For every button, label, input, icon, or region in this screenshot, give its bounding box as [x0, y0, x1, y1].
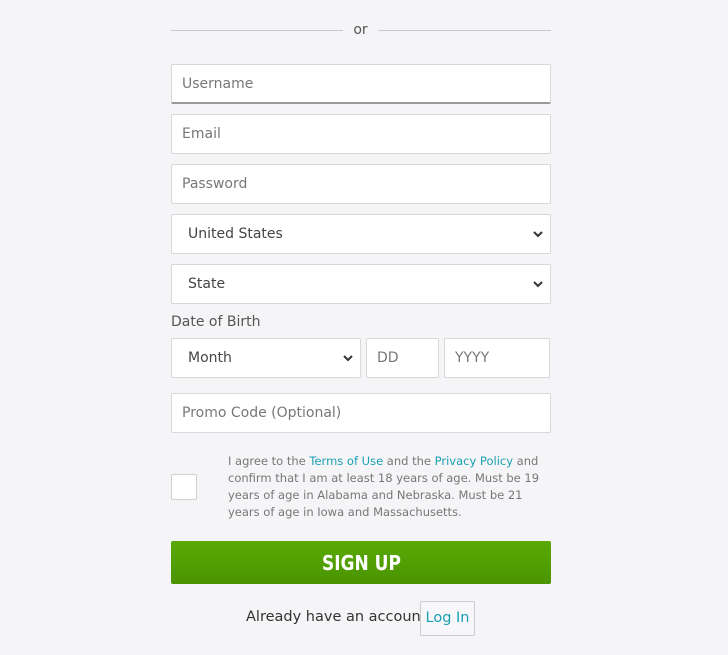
email-placeholder: Email — [182, 126, 221, 142]
country-selected-value: United States — [188, 226, 283, 242]
dob-label: Date of Birth — [171, 314, 261, 330]
chevron-down-icon — [533, 281, 543, 288]
password-input[interactable]: Password — [171, 164, 551, 204]
log-in-button[interactable]: Log In — [420, 601, 475, 636]
dob-day-input[interactable]: DD — [366, 338, 439, 378]
terms-text: I agree to the Terms of Use and the Priv… — [228, 453, 550, 521]
email-input[interactable]: Email — [171, 114, 551, 154]
sign-up-button[interactable]: SIGN UP — [171, 541, 551, 584]
divider-line-right — [378, 30, 551, 31]
state-select[interactable]: State — [171, 264, 551, 304]
country-select[interactable]: United States — [171, 214, 551, 254]
divider-text: or — [353, 22, 368, 38]
password-placeholder: Password — [182, 176, 248, 192]
dob-year-input[interactable]: YYYY — [444, 338, 550, 378]
promo-code-placeholder: Promo Code (Optional) — [182, 405, 342, 421]
terms-of-use-link[interactable]: Terms of Use — [309, 454, 383, 468]
or-divider: or — [171, 20, 551, 42]
terms-middle: and the — [383, 454, 435, 468]
chevron-down-icon — [343, 355, 353, 362]
dob-day-placeholder: DD — [377, 350, 399, 366]
terms-prefix: I agree to the — [228, 454, 310, 468]
dob-month-select[interactable]: Month — [171, 338, 361, 378]
state-selected-value: State — [188, 276, 226, 292]
username-placeholder: Username — [182, 76, 254, 92]
dob-year-placeholder: YYYY — [455, 350, 490, 366]
already-have-account-text: Already have an account? — [246, 609, 435, 625]
chevron-down-icon — [533, 231, 543, 238]
sign-up-label: SIGN UP — [321, 550, 401, 575]
privacy-policy-link[interactable]: Privacy Policy — [435, 454, 513, 468]
divider-line-left — [171, 30, 343, 31]
promo-code-input[interactable]: Promo Code (Optional) — [171, 393, 551, 433]
dob-month-selected-value: Month — [188, 350, 232, 366]
username-input[interactable]: Username — [171, 64, 551, 104]
terms-checkbox[interactable] — [171, 474, 197, 500]
